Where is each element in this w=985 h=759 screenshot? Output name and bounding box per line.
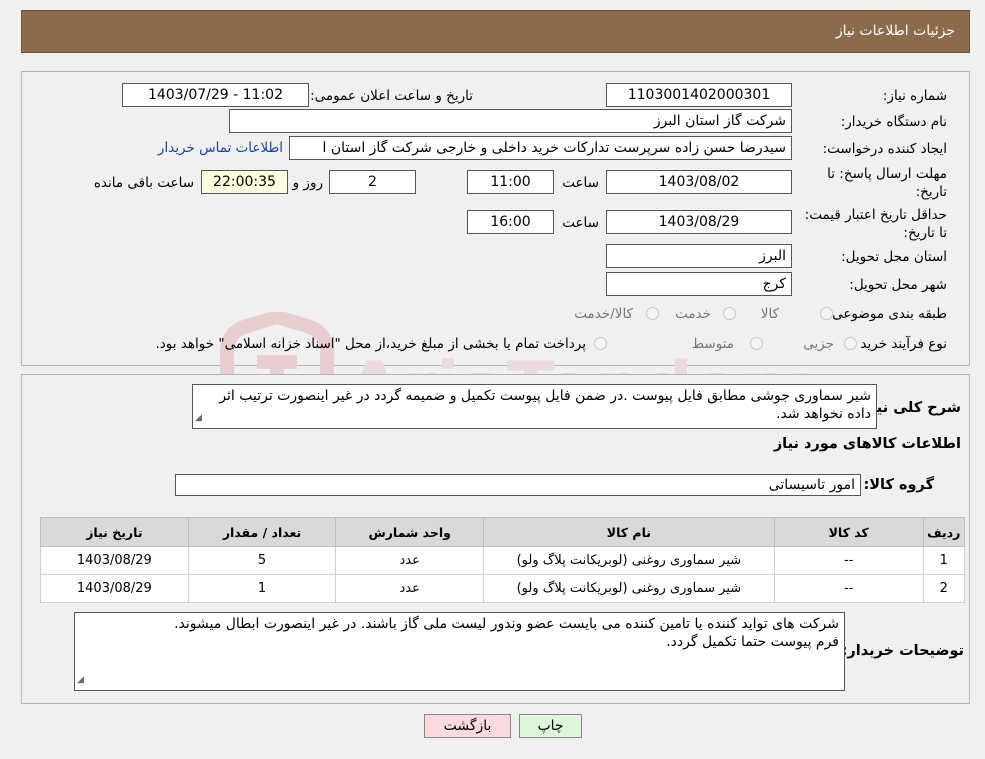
description-textarea[interactable]: شیر سماوری جوشی مطابق فایل پیوست .در ضمن…	[192, 384, 877, 429]
process-label: نوع فرآیند خرید :	[851, 336, 947, 352]
cell-unit: عدد	[335, 546, 485, 575]
col-unit: واحد شمارش	[335, 517, 485, 547]
days-label: روز و	[292, 175, 323, 191]
reply-time-label: ساعت	[562, 175, 599, 191]
process-option-medium: متوسط	[691, 336, 734, 352]
cell-qty: 5	[187, 546, 337, 575]
category-radio-service[interactable]	[723, 307, 736, 320]
creator-label: ایجاد کننده درخواست:	[822, 141, 947, 157]
cell-name: شیر سماوری روغنی (لوبریکانت پلاگ ولو)	[483, 574, 775, 603]
print-button[interactable]: چاپ	[519, 714, 582, 738]
validity-time-field: 16:00	[467, 210, 554, 234]
remaining-label: ساعت باقی مانده	[93, 175, 194, 191]
buyer-notes-line1: شرکت های تواید کننده یا تامین کننده می ب…	[174, 616, 839, 632]
goods-panel: شرح کلی نیاز: شیر سماوری جوشی مطابق فایل…	[21, 374, 970, 704]
need-details-panel: AriaTender.neT شماره نیاز: 1103001402000…	[21, 71, 970, 429]
announce-label: تاریخ و ساعت اعلان عمومی:	[310, 88, 473, 104]
cell-code: --	[773, 546, 924, 575]
reply-date-field: 1403/08/02	[606, 170, 792, 194]
process-treasury-note: پرداخت تمام یا بخشی از مبلغ خرید،از محل …	[155, 336, 586, 352]
buyer-notes-textarea[interactable]: شرکت های تواید کننده یا تامین کننده می ب…	[74, 612, 845, 691]
category-radio-goods-service[interactable]	[646, 307, 659, 320]
city-field: کرج	[606, 272, 792, 296]
page-header: جزئیات اطلاعات نیاز	[21, 10, 970, 53]
process-radio-treasury[interactable]	[594, 337, 607, 350]
province-field: البرز	[606, 244, 792, 268]
category-option-goods-service: کالا/خدمت	[574, 306, 633, 322]
goods-section-title: اطلاعات کالاهای مورد نیاز	[773, 436, 961, 452]
goods-table-header: ردیف کد کالا نام کالا واحد شمارش تعداد /…	[40, 517, 966, 547]
category-label: طبقه بندی موضوعی:	[827, 306, 947, 322]
cell-qty: 1	[187, 574, 337, 603]
cell-unit: عدد	[335, 574, 485, 603]
goods-group-label: گروه کالا:	[863, 477, 934, 493]
back-button[interactable]: بازگشت	[424, 714, 511, 738]
validity-date-field: 1403/08/29	[606, 210, 792, 234]
process-radio-medium[interactable]	[750, 337, 763, 350]
buyer-org-field: شرکت گاز استان البرز	[229, 109, 792, 133]
cell-row: 2	[922, 574, 966, 603]
days-field: 2	[329, 170, 416, 194]
remaining-time-field: 22:00:35	[201, 170, 288, 194]
reply-time-field: 11:00	[467, 170, 554, 194]
table-row: 1 -- شیر سماوری روغنی (لوبریکانت پلاگ ول…	[40, 546, 966, 575]
buyer-contact-link[interactable]: اطلاعات تماس خریدار	[158, 140, 283, 156]
goods-group-field: امور تاسیساتی	[175, 474, 861, 496]
buyer-notes-line2: فرم پیوست حتما تکمیل گردد.	[666, 634, 839, 650]
validity-label: حداقل تاریخ اعتبار قیمت: تا تاریخ:	[804, 207, 947, 241]
buyer-notes-label: توضیحات خریدار:	[841, 643, 964, 659]
goods-table: ردیف کد کالا نام کالا واحد شمارش تعداد /…	[40, 517, 966, 603]
col-name: نام کالا	[483, 517, 775, 547]
process-option-minor: جزیی	[803, 336, 834, 352]
province-label: استان محل تحویل:	[841, 249, 947, 265]
page-title: جزئیات اطلاعات نیاز	[835, 23, 955, 39]
process-radio-minor[interactable]	[844, 337, 857, 350]
resize-grip-icon[interactable]: ◢	[195, 409, 202, 427]
announce-datetime-field: 1403/07/29 - 11:02	[122, 83, 309, 107]
need-number-field: 1103001402000301	[606, 83, 792, 107]
reply-deadline-label: مهلت ارسال پاسخ: تا تاریخ:	[827, 166, 947, 200]
col-row: ردیف	[922, 517, 966, 547]
cell-date: 1403/08/29	[40, 574, 189, 603]
col-date: تاریخ نیاز	[40, 517, 189, 547]
buyer-org-label: نام دستگاه خریدار:	[840, 114, 947, 130]
cell-date: 1403/08/29	[40, 546, 189, 575]
category-option-goods: کالا	[760, 306, 779, 322]
category-radio-goods[interactable]	[820, 307, 833, 320]
city-label: شهر محل تحویل:	[849, 277, 947, 293]
category-option-service: خدمت	[675, 306, 711, 322]
creator-field: سیدرضا حسن زاده سرپرست تدارکات خرید داخل…	[289, 136, 792, 160]
cell-name: شیر سماوری روغنی (لوبریکانت پلاگ ولو)	[483, 546, 775, 575]
description-text: شیر سماوری جوشی مطابق فایل پیوست .در ضمن…	[219, 388, 871, 422]
cell-code: --	[773, 574, 924, 603]
col-code: کد کالا	[773, 517, 924, 547]
cell-row: 1	[922, 546, 966, 575]
resize-grip-icon[interactable]: ◢	[77, 671, 84, 689]
col-qty: تعداد / مقدار	[187, 517, 337, 547]
need-number-label: شماره نیاز:	[882, 88, 947, 104]
table-row: 2 -- شیر سماوری روغنی (لوبریکانت پلاگ ول…	[40, 574, 966, 603]
validity-time-label: ساعت	[562, 215, 599, 231]
